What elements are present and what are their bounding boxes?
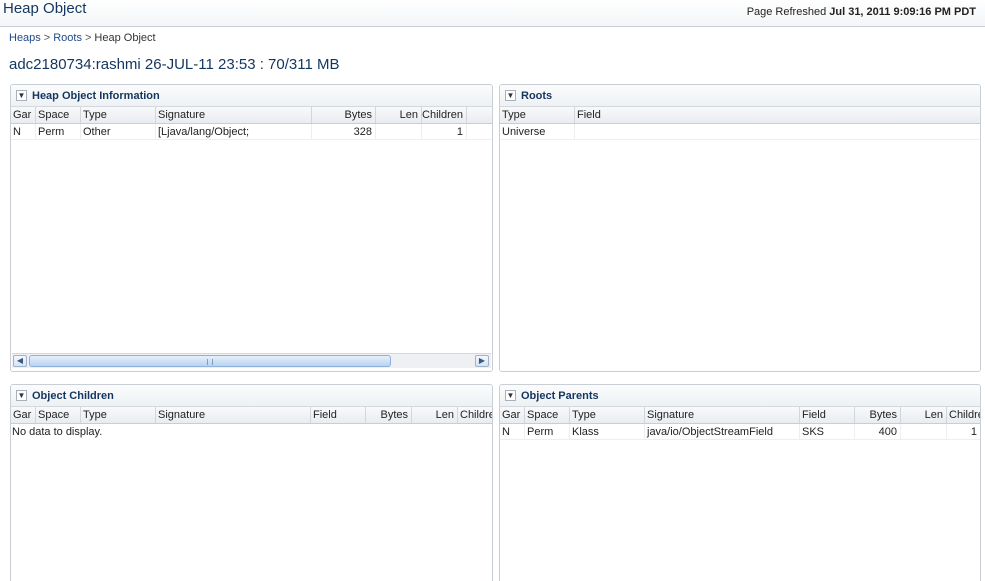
empty-table-message: No data to display. [12,426,103,438]
chevron-down-icon[interactable]: ▼ [505,90,516,101]
chevron-down-icon[interactable]: ▼ [505,390,516,401]
roots-table: Type Field Universe [500,107,980,140]
table-row[interactable]: Universe [500,124,980,140]
table-header: Type Field [500,107,980,124]
object-children-panel: ▼ Object Children Gar Space Type Signatu… [10,384,493,581]
cell-type: Universe [500,124,575,139]
column-header-children[interactable]: Childre [947,407,980,423]
column-header-children[interactable]: Children [422,107,467,123]
panel-header: ▼ Object Children [11,385,492,407]
column-header-gar[interactable]: Gar [11,407,36,423]
object-parents-table: Gar Space Type Signature Field Bytes Len… [500,407,980,440]
panel-header: ▼ Heap Object Information [11,85,492,107]
app-title: Heap Object [3,0,87,17]
chevron-down-icon[interactable]: ▼ [16,390,27,401]
cell-type: Klass [570,424,645,439]
column-header-type[interactable]: Type [500,107,575,123]
column-header-field[interactable]: Field [575,107,980,123]
cell-signature: [Ljava/lang/Object; [156,124,312,139]
column-header-gar[interactable]: Gar [11,107,36,123]
cell-bytes: 328 [312,124,376,139]
arrow-left-icon[interactable]: ◀ [13,355,27,367]
column-header-signature[interactable]: Signature [156,407,311,423]
scrollbar-thumb[interactable] [29,355,391,367]
column-header-len[interactable]: Len [376,107,422,123]
column-header-signature[interactable]: Signature [156,107,312,123]
column-header-type[interactable]: Type [81,107,156,123]
panel-title: Object Parents [521,389,599,402]
cell-gar: N [11,124,36,139]
column-header-signature[interactable]: Signature [645,407,800,423]
horizontal-scrollbar[interactable]: ◀ ▶ [12,353,491,368]
panel-header: ▼ Roots [500,85,980,107]
column-header-bytes[interactable]: Bytes [855,407,901,423]
cell-type: Other [81,124,156,139]
page-title: adc2180734:rashmi 26-JUL-11 23:53 : 70/3… [9,56,340,73]
cell-signature: java/io/ObjectStreamField [645,424,800,439]
cell-gar: N [500,424,525,439]
column-header-space[interactable]: Space [36,107,81,123]
cell-len [901,424,947,439]
table-header: Gar Space Type Signature Field Bytes Len… [500,407,980,424]
cell-len [376,124,422,139]
cell-field: SKS [800,424,855,439]
breadcrumb-heaps[interactable]: Heaps [9,32,41,44]
breadcrumb-roots[interactable]: Roots [53,32,82,44]
column-header-bytes[interactable]: Bytes [366,407,412,423]
arrow-right-icon[interactable]: ▶ [475,355,489,367]
scrollbar-grip-icon [207,359,213,365]
column-header-field[interactable]: Field [311,407,366,423]
refresh-label: Page Refreshed [746,6,827,18]
cell-children: 1 [422,124,467,139]
panel-title: Heap Object Information [32,89,160,102]
column-header-space[interactable]: Space [36,407,81,423]
cell-space: Perm [525,424,570,439]
top-bar: Heap Object Page Refreshed Jul 31, 2011 … [0,0,985,27]
object-children-table: Gar Space Type Signature Field Bytes Len… [11,407,492,438]
table-header: Gar Space Type Signature Field Bytes Len… [11,407,492,424]
refresh-time: Jul 31, 2011 9:09:16 PM PDT [829,6,976,18]
column-header-len[interactable]: Len [412,407,458,423]
heap-object-information-panel: ▼ Heap Object Information Gar Space Type… [10,84,493,372]
column-header-len[interactable]: Len [901,407,947,423]
breadcrumb: Heaps > Roots > Heap Object [9,32,156,44]
panel-title: Roots [521,89,553,102]
cell-field [575,124,980,139]
cell-bytes: 400 [855,424,901,439]
panel-title: Object Children [32,389,114,402]
column-header-type[interactable]: Type [81,407,156,423]
chevron-down-icon[interactable]: ▼ [16,90,27,101]
cell-space: Perm [36,124,81,139]
column-header-type[interactable]: Type [570,407,645,423]
breadcrumb-current: Heap Object [94,32,156,44]
panel-header: ▼ Object Parents [500,385,980,407]
cell-children: 1 [970,426,977,438]
roots-panel: ▼ Roots Type Field Universe [499,84,981,372]
heap-info-table: Gar Space Type Signature Bytes Len Child… [11,107,492,140]
table-header: Gar Space Type Signature Bytes Len Child… [11,107,492,124]
breadcrumb-separator: > [84,32,92,44]
object-parents-panel: ▼ Object Parents Gar Space Type Signatur… [499,384,981,581]
column-header-space[interactable]: Space [525,407,570,423]
breadcrumb-separator: > [43,32,51,44]
column-header-bytes[interactable]: Bytes [312,107,376,123]
table-row[interactable]: N Perm Klass java/io/ObjectStreamField S… [500,424,980,440]
column-header-children[interactable]: Childre [458,407,492,423]
column-header-field[interactable]: Field [800,407,855,423]
table-row[interactable]: N Perm Other [Ljava/lang/Object; 328 1 [11,124,492,140]
page-refreshed-status: Page Refreshed Jul 31, 2011 9:09:16 PM P… [747,6,976,18]
column-header-gar[interactable]: Gar [500,407,525,423]
